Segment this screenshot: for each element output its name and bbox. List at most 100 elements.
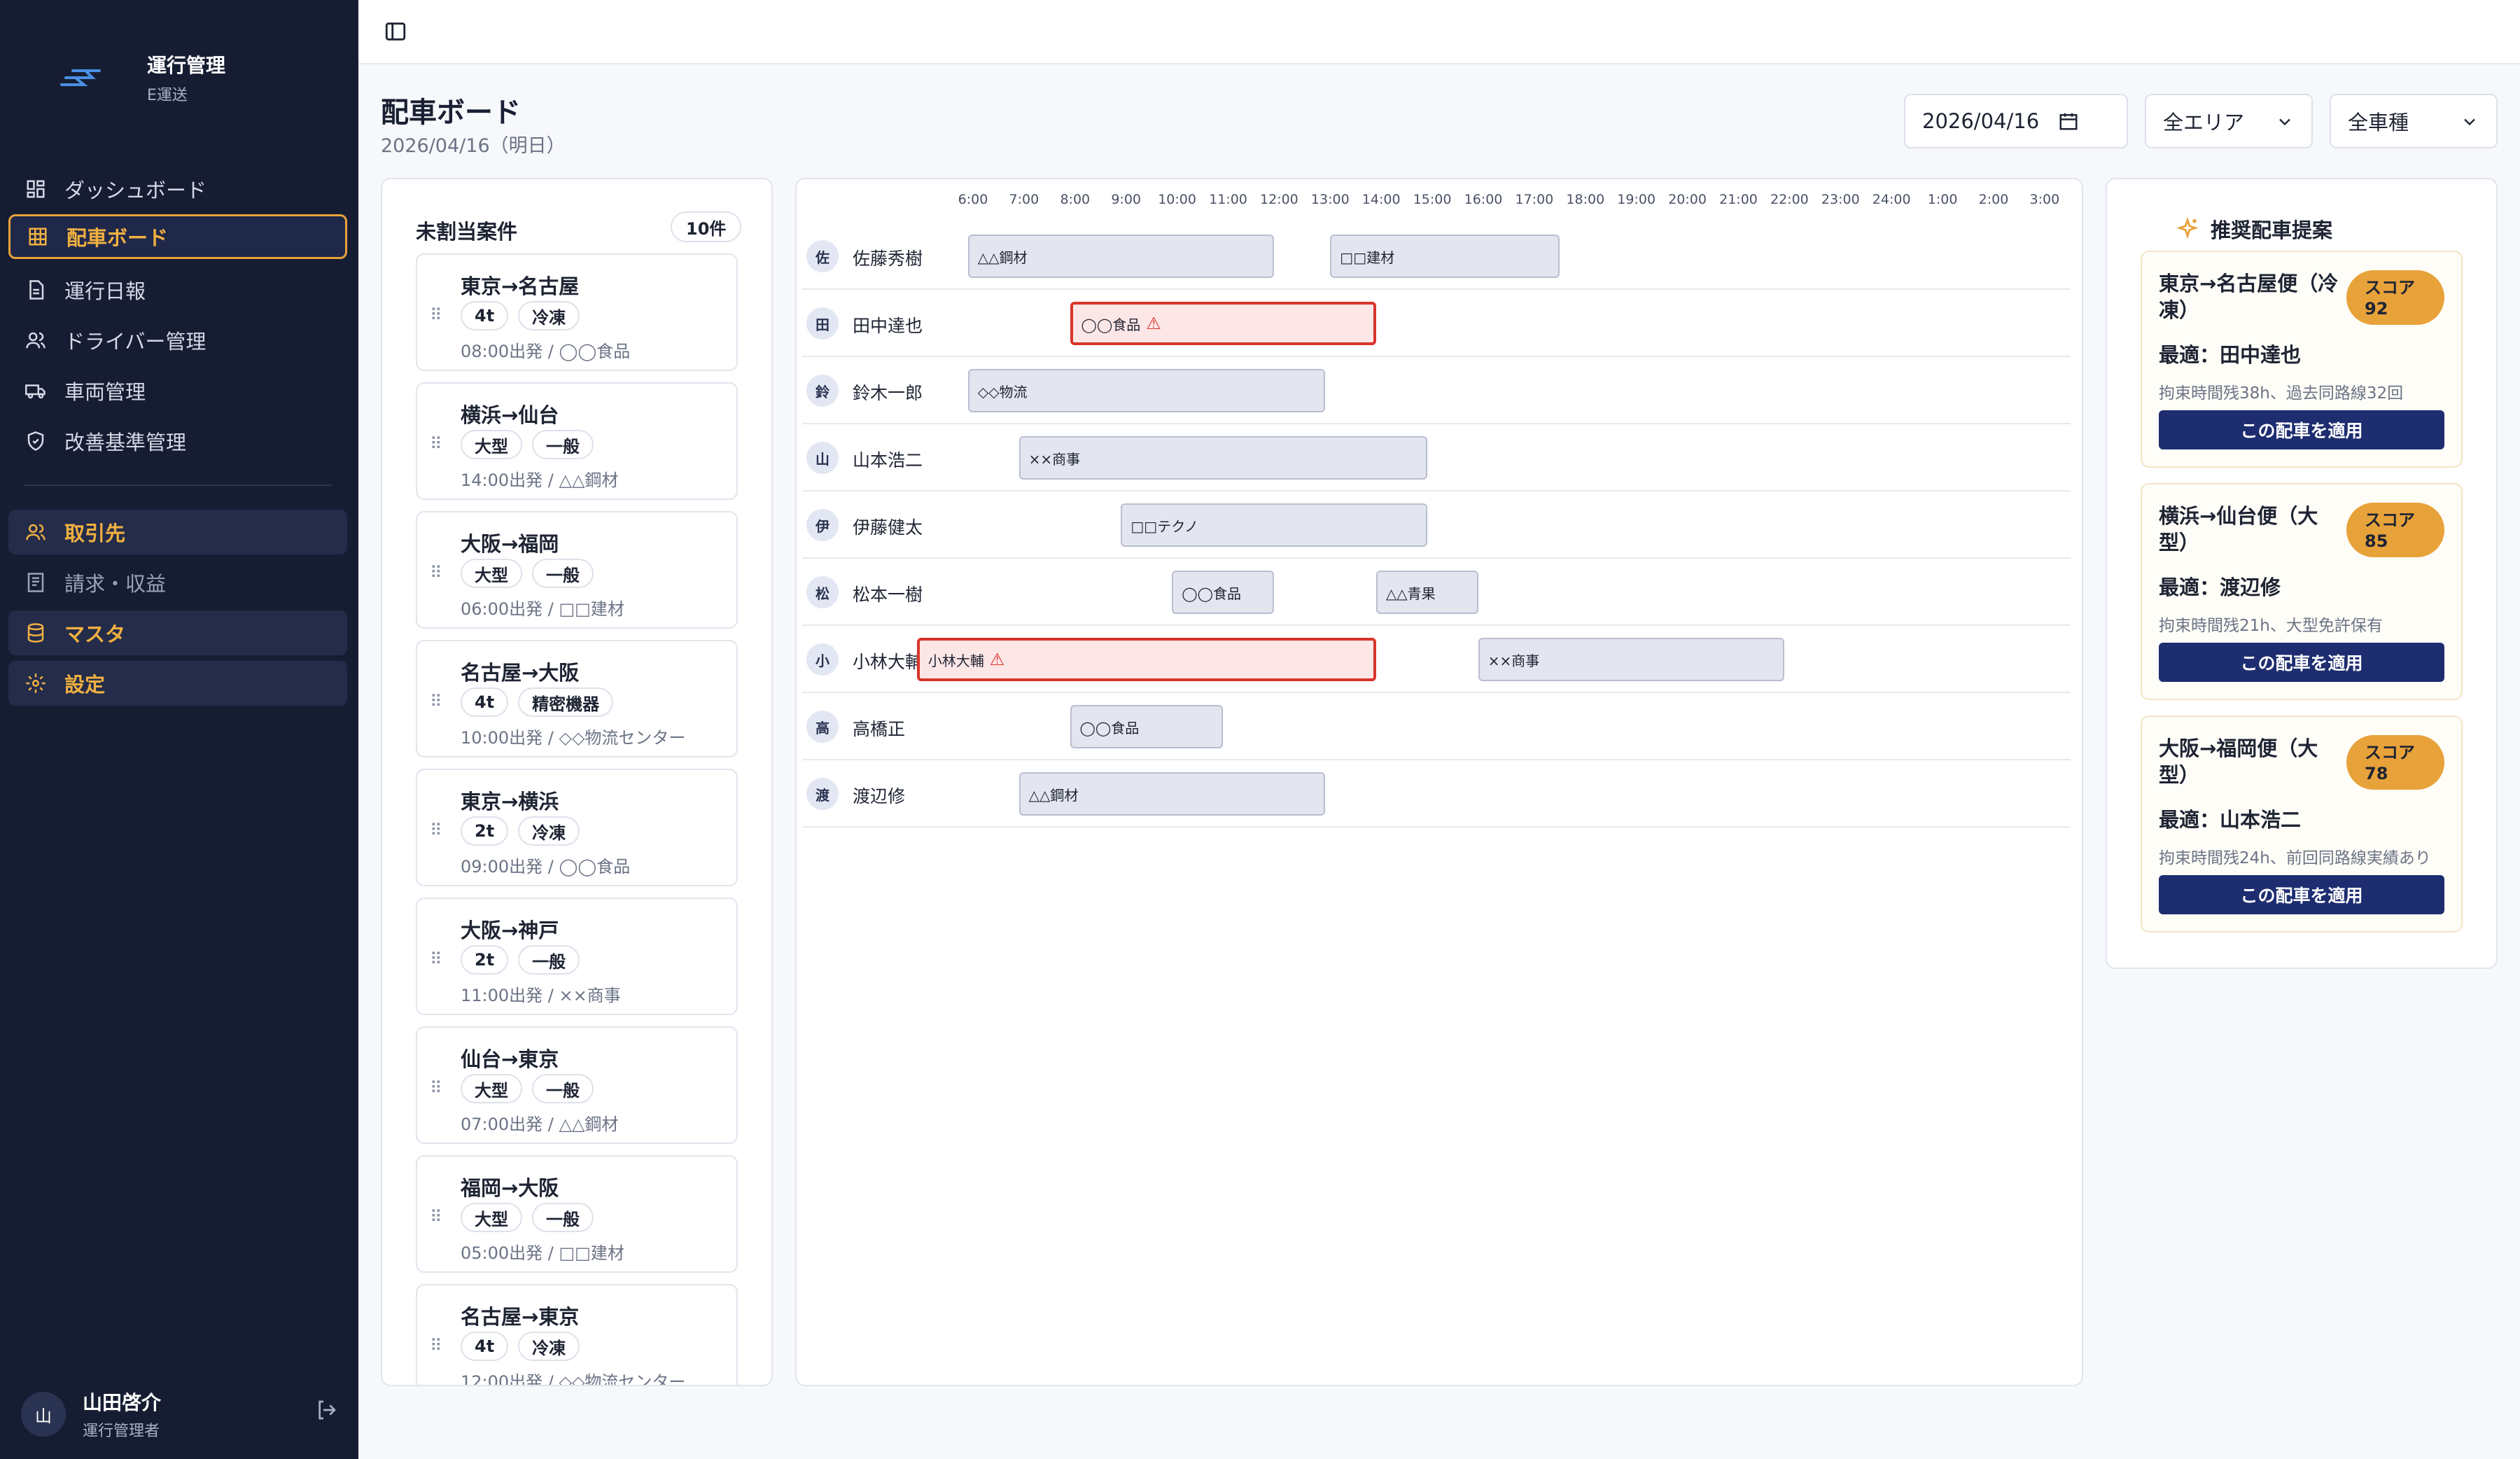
vehicle-type-select[interactable]: 全車種: [2330, 94, 2498, 148]
drag-handle-icon[interactable]: ⠿: [430, 949, 442, 969]
apply-dispatch-button[interactable]: この配車を適用: [2159, 643, 2444, 682]
row-divider: [802, 557, 2071, 559]
receipt-icon: [24, 571, 48, 594]
score-value: 85: [2365, 531, 2388, 551]
hour-label: 23:00: [1821, 192, 1860, 207]
driver-name[interactable]: 山本浩二: [853, 447, 923, 472]
trip-bar[interactable]: □□建材: [1330, 235, 1560, 278]
hour-label: 22:00: [1770, 192, 1809, 207]
driver-name[interactable]: 小林大輔: [853, 648, 923, 673]
score-value: 78: [2365, 764, 2388, 783]
trip-bar[interactable]: ◯◯食品: [1172, 571, 1275, 614]
trip-bar[interactable]: ××商事: [1478, 638, 1785, 681]
trip-bar[interactable]: ◇◇物流: [967, 369, 1325, 412]
database-icon: [24, 621, 48, 645]
row-divider: [802, 356, 2071, 357]
drag-handle-icon[interactable]: ⠿: [430, 1336, 442, 1355]
drag-handle-icon[interactable]: ⠿: [430, 1207, 442, 1227]
trip-label: △△鋼材: [1028, 786, 1079, 804]
driver-name[interactable]: 高橋正: [853, 715, 905, 741]
driver-name[interactable]: 鈴木一郎: [853, 379, 923, 405]
nav-settings[interactable]: 設定: [8, 661, 347, 706]
job-route: 福岡→大阪: [461, 1176, 559, 1200]
trip-bar[interactable]: ××商事: [1018, 436, 1427, 480]
logout-icon[interactable]: [315, 1399, 337, 1421]
nav-drivers[interactable]: ドライバー管理: [8, 318, 347, 363]
row-divider: [802, 490, 2071, 491]
calendar-icon[interactable]: [2058, 111, 2079, 132]
trip-label: △△鋼材: [977, 249, 1028, 266]
drag-handle-icon[interactable]: ⠿: [430, 434, 442, 454]
suggestion-card: 東京→名古屋便（冷凍） スコア 92 最適：田中達也 拘束時間残38h、過去同路線…: [2141, 251, 2463, 468]
nav-clients[interactable]: 取引先: [8, 510, 347, 554]
job-card[interactable]: ⠿ 名古屋→大阪 4t 精密機器 10:00出発 / ◇◇物流センター: [416, 640, 738, 758]
job-card[interactable]: ⠿ 横浜→仙台 大型 一般 14:00出発 / △△鋼材: [416, 382, 738, 500]
brand[interactable]: 運行管理 E運送: [56, 50, 225, 105]
area-select[interactable]: 全エリア: [2145, 94, 2313, 148]
nav-daily-report[interactable]: 運行日報: [8, 267, 347, 312]
trip-bar[interactable]: □□テクノ: [1121, 503, 1427, 547]
drag-handle-icon[interactable]: ⠿: [430, 1078, 442, 1098]
nav-dashboard[interactable]: ダッシュボード: [8, 167, 347, 211]
brand-name: 運行管理: [147, 54, 226, 77]
nav-label: 運行日報: [64, 279, 146, 303]
driver-name[interactable]: 佐藤秀樹: [853, 245, 923, 270]
drag-handle-icon[interactable]: ⠿: [430, 563, 442, 582]
trip-bar[interactable]: ◯◯食品 ⚠: [1070, 302, 1376, 345]
user-name: 山田啓介: [83, 1391, 162, 1414]
driver-name[interactable]: 松本一樹: [853, 581, 923, 606]
job-card[interactable]: ⠿ 仙台→東京 大型 一般 07:00出発 / △△鋼材: [416, 1026, 738, 1144]
nav-improvement-standards[interactable]: 改善基準管理: [8, 419, 347, 463]
warning-icon: ⚠: [989, 650, 1005, 669]
nav-master[interactable]: マスタ: [8, 610, 347, 655]
nav-billing[interactable]: 請求・収益: [8, 560, 347, 605]
dashboard-icon: [24, 177, 48, 201]
trip-bar[interactable]: △△鋼材: [1018, 772, 1325, 816]
drag-handle-icon[interactable]: ⠿: [430, 821, 442, 840]
nav-vehicles[interactable]: 車両管理: [8, 368, 347, 413]
apply-dispatch-button[interactable]: この配車を適用: [2159, 410, 2444, 449]
apply-dispatch-button[interactable]: この配車を適用: [2159, 875, 2444, 914]
score-badge: スコア 78: [2346, 735, 2444, 790]
sidebar-toggle-icon[interactable]: [384, 20, 407, 43]
trip-bar[interactable]: 小林大輔 ⚠: [916, 638, 1376, 681]
driver-avatar: 渡: [806, 778, 839, 810]
driver-name[interactable]: 伊藤健太: [853, 514, 923, 539]
job-card[interactable]: ⠿ 名古屋→東京 4t 冷凍 12:00出発 / ◇◇物流センター: [416, 1284, 738, 1385]
suggestion-best-driver: 最適：山本浩二: [2159, 808, 2302, 832]
drag-handle-icon[interactable]: ⠿: [430, 305, 442, 325]
job-tag: 大型: [461, 559, 522, 588]
trip-bar[interactable]: ◯◯食品: [1070, 705, 1224, 748]
job-card[interactable]: ⠿ 大阪→神戸 2t 一般 11:00出発 / ××商事: [416, 898, 738, 1015]
logo-icon: [60, 69, 101, 86]
chevron-down-icon: [2464, 118, 2475, 126]
job-tag: 4t: [461, 301, 509, 330]
job-card[interactable]: ⠿ 福岡→大阪 大型 一般 05:00出発 / □□建材: [416, 1155, 738, 1273]
hour-label: 6:00: [958, 192, 988, 207]
date-picker[interactable]: 2026/04/16: [1904, 94, 2128, 148]
job-meta: 09:00出発 / ◯◯食品: [461, 857, 631, 877]
driver-name[interactable]: 渡辺修: [853, 783, 905, 808]
trip-bar[interactable]: △△青果: [1376, 571, 1478, 614]
users-icon: [24, 520, 48, 544]
job-tag: 一般: [532, 559, 594, 588]
nav-label: マスタ: [64, 622, 126, 646]
trip-label: ◯◯食品: [1081, 316, 1141, 333]
unassigned-count-badge: 10件: [671, 211, 742, 242]
driver-avatar: 佐: [806, 240, 839, 272]
user-profile[interactable]: 山 山田啓介 運行管理者: [21, 1388, 337, 1441]
trip-bar[interactable]: △△鋼材: [967, 235, 1275, 278]
nav-dispatch-board[interactable]: 配車ボード: [8, 214, 347, 259]
topbar: [358, 0, 2520, 64]
hour-label: 3:00: [2029, 192, 2060, 207]
job-meta: 08:00出発 / ◯◯食品: [461, 342, 631, 361]
unassigned-list[interactable]: ⠿ 東京→名古屋 4t 冷凍 08:00出発 / ◯◯食品 ⠿ 横浜→仙台 大型一…: [413, 253, 739, 1385]
job-tag: 2t: [461, 945, 509, 975]
users-icon: [24, 328, 48, 352]
driver-name[interactable]: 田中達也: [853, 312, 923, 337]
job-card[interactable]: ⠿ 東京→名古屋 4t 冷凍 08:00出発 / ◯◯食品: [416, 253, 738, 371]
drag-handle-icon[interactable]: ⠿: [430, 692, 442, 711]
job-card[interactable]: ⠿ 東京→横浜 2t 冷凍 09:00出発 / ◯◯食品: [416, 769, 738, 886]
job-card[interactable]: ⠿ 大阪→福岡 大型 一般 06:00出発 / □□建材: [416, 511, 738, 629]
nav-label: ダッシュボード: [64, 179, 207, 202]
